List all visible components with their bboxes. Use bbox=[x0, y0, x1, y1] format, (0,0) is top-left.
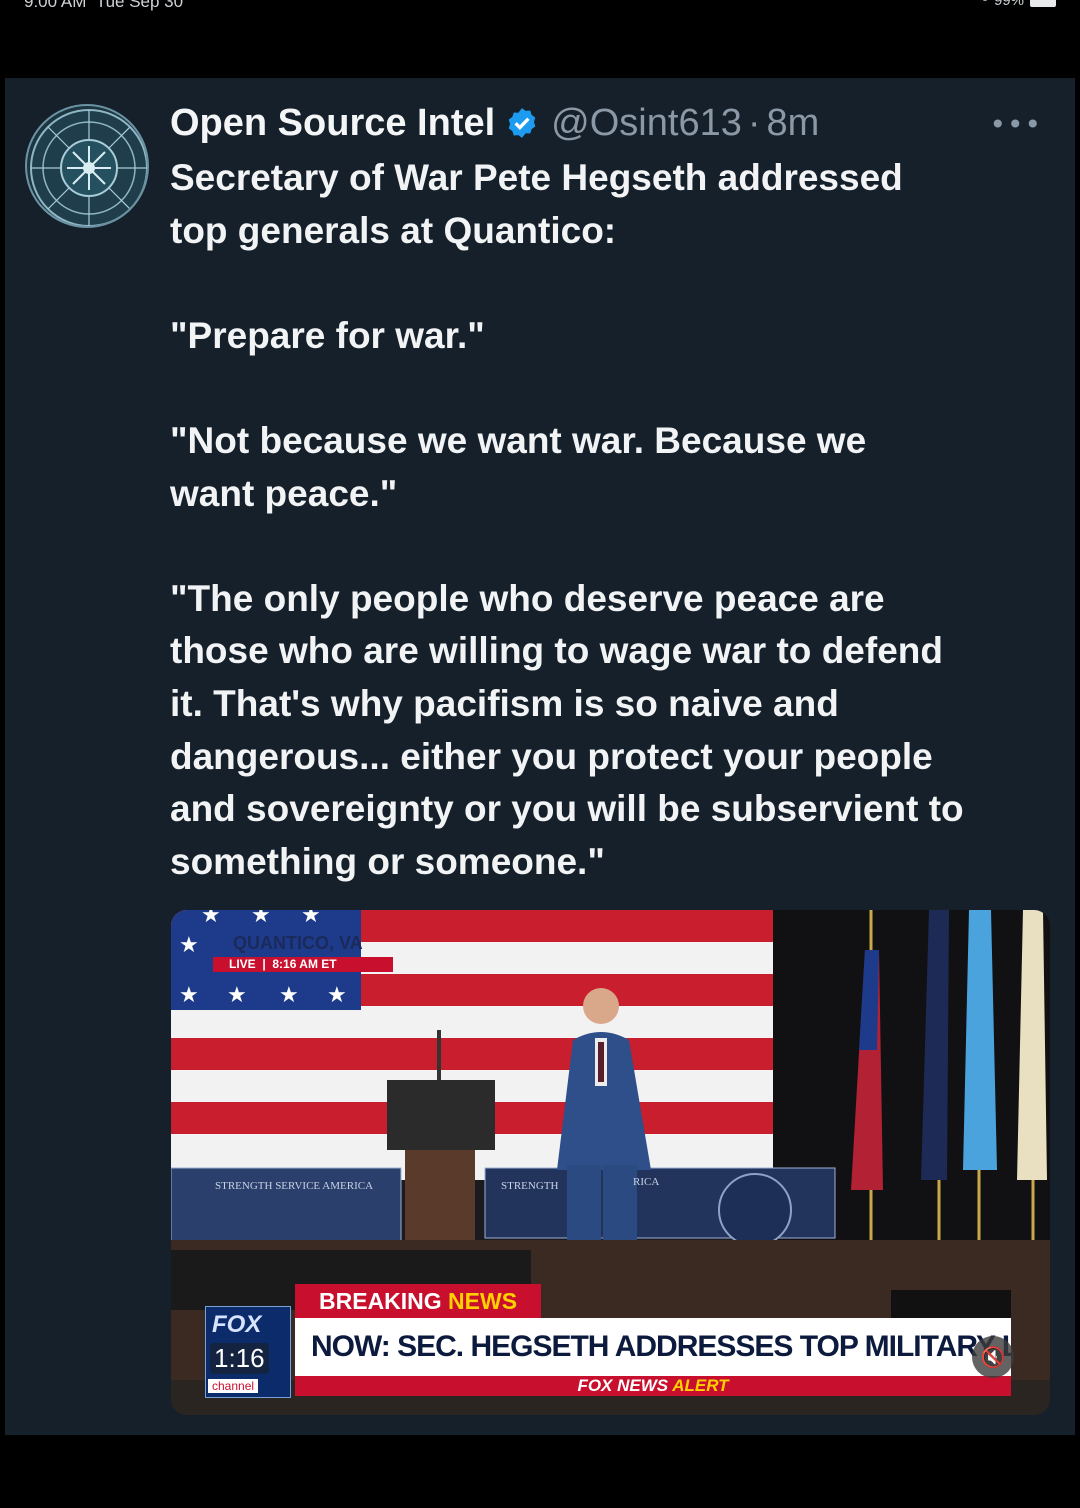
osint-logo-icon bbox=[30, 109, 147, 226]
battery-icon bbox=[1030, 0, 1056, 7]
verified-badge-icon bbox=[508, 108, 536, 138]
tweet-line: Secretary of War Pete Hegseth addressed bbox=[170, 157, 903, 198]
location-label: QUANTICO, VA bbox=[233, 933, 363, 953]
tweet-header: Open Source Intel @Osint613 · 8m bbox=[170, 98, 819, 148]
status-time: 9:00 AM Tue Sep 30 bbox=[24, 0, 184, 11]
news-headline: NOW: SEC. HEGSETH ADDRESSES TOP MILITARY… bbox=[295, 1318, 1011, 1376]
svg-text:★: ★ bbox=[251, 910, 271, 928]
author-handle[interactable]: @Osint613 bbox=[551, 102, 742, 145]
tweet-line: "Prepare for war." bbox=[170, 314, 485, 356]
bottom-bar bbox=[0, 1435, 1080, 1508]
svg-text:★: ★ bbox=[327, 983, 347, 1008]
tweet-line: "The only people who deserve peace are bbox=[170, 577, 885, 619]
podium-text-mid: STRENGTH bbox=[501, 1180, 559, 1192]
channel-label: channel bbox=[208, 1379, 259, 1393]
tweet-line: "Not because we want war. Because we bbox=[170, 419, 867, 461]
podium-text-right: RICA bbox=[633, 1176, 660, 1188]
battery-percent: 99% bbox=[993, 0, 1024, 9]
tweet-line: those who are willing to wage war to def… bbox=[170, 630, 943, 672]
tweet-line: dangerous... either you protect your peo… bbox=[170, 735, 933, 777]
svg-text:★: ★ bbox=[227, 983, 247, 1008]
more-options-icon[interactable]: ••• bbox=[989, 108, 1042, 141]
tweet-line: and sovereignty or you will be subservie… bbox=[170, 788, 964, 830]
multitask-dots-icon[interactable]: ••• bbox=[526, 0, 564, 9]
tweet-timestamp[interactable]: 8m bbox=[767, 102, 820, 145]
video-player[interactable]: ★ ★ ★ ★ ★ ★ ★ ★ QUANTICO, VA LIVE | 8:16… bbox=[171, 910, 1050, 1415]
tweet-line: something or someone." bbox=[170, 840, 605, 882]
tweet-line: it. That's why pacifism is so naive and bbox=[170, 682, 839, 724]
svg-text:★: ★ bbox=[301, 910, 321, 928]
svg-text:★: ★ bbox=[179, 983, 199, 1008]
fox-logo-text: FOX bbox=[212, 1311, 262, 1338]
fox-channel-logo: FOX 1:16 channel bbox=[205, 1306, 291, 1398]
svg-text:★: ★ bbox=[279, 983, 299, 1008]
breaking-news-label: BREAKING NEWS bbox=[295, 1284, 541, 1318]
video-duration: 1:16 bbox=[210, 1343, 269, 1374]
tweet-text: Secretary of War Pete Hegseth addressed … bbox=[170, 152, 1060, 888]
podium-text-left: STRENGTH SERVICE AMERICA bbox=[215, 1180, 374, 1192]
avatar[interactable] bbox=[25, 104, 149, 228]
alert-banner: FOX NEWS ALERT bbox=[295, 1376, 1011, 1396]
status-bar: 9:00 AM Tue Sep 30 ••• ◔ 99% bbox=[0, 0, 1080, 78]
author-name[interactable]: Open Source Intel bbox=[170, 102, 495, 145]
svg-text:★: ★ bbox=[201, 910, 221, 928]
wifi-icon: ◔ bbox=[978, 0, 988, 9]
tweet-line: want peace." bbox=[170, 472, 398, 514]
status-indicators: ◔ 99% bbox=[979, 0, 1056, 9]
dot-separator: · bbox=[747, 101, 761, 144]
live-badge: LIVE | 8:16 AM ET bbox=[213, 957, 393, 972]
mute-icon[interactable]: 🔇 bbox=[972, 1336, 1014, 1378]
svg-text:★: ★ bbox=[179, 933, 199, 958]
tweet-line: top generals at Quantico: bbox=[170, 209, 617, 251]
